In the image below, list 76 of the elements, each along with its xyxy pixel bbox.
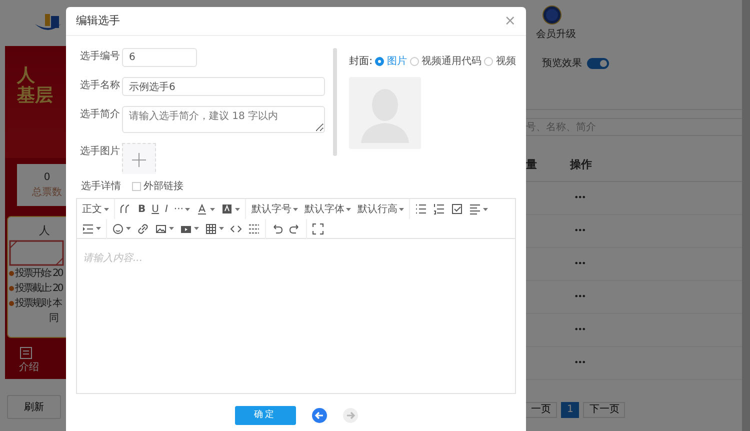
toolbar-dropdown[interactable]: 默认字号: [248, 200, 302, 218]
cover-radio[interactable]: 视频: [484, 54, 516, 69]
intro-field[interactable]: 请输入选手简介，建议 18 字以内: [122, 106, 326, 133]
bullet-icon: [9, 300, 14, 306]
align-icon: [469, 203, 482, 215]
field-label: 选手图片: [80, 144, 118, 159]
banner-title: 基层: [17, 86, 54, 106]
checklist-icon: [451, 203, 464, 215]
external-link-checkbox[interactable]: 外部链接: [132, 179, 184, 194]
scrollbar[interactable]: [742, 0, 750, 431]
plus-icon: [132, 153, 146, 167]
refresh-button[interactable]: 刷新: [7, 395, 61, 419]
more-actions[interactable]: •••: [574, 324, 586, 336]
field-label: 选手简介: [80, 108, 118, 122]
bold-button[interactable]: B: [135, 200, 149, 218]
more-actions[interactable]: •••: [574, 291, 586, 303]
field-label: 选手详情: [81, 180, 121, 194]
stat-label: 总票数: [32, 186, 62, 200]
cover-radio[interactable]: 图片: [375, 54, 407, 69]
horizontal-rule-icon: [248, 222, 260, 234]
info-text: 投票截止: 20: [15, 282, 62, 296]
bullet-icon: [9, 270, 14, 276]
bullet-icon: [9, 286, 14, 290]
info-text: 投票规则: 本: [15, 296, 62, 310]
more-actions[interactable]: •••: [574, 258, 586, 270]
info-text: 投票开始: 20: [15, 266, 62, 280]
column-header: 操作: [570, 157, 593, 174]
name-field[interactable]: 示例选手6: [122, 77, 326, 96]
link-icon: [137, 222, 149, 234]
undo-icon: [271, 222, 283, 234]
toolbar-dropdown[interactable]: 正文: [79, 200, 112, 218]
image-icon: [155, 222, 167, 234]
info-text: 同: [49, 312, 58, 326]
more-actions[interactable]: •••: [574, 225, 586, 237]
bullet-list-icon: [415, 203, 428, 215]
dialog-title: 编辑选手: [76, 12, 120, 29]
toggle-label: 预览效果: [542, 57, 582, 71]
nav-label[interactable]: 介绍: [19, 360, 66, 374]
fullscreen-icon: [312, 222, 324, 234]
back-button[interactable]: [312, 408, 326, 423]
highlight-icon: [221, 203, 234, 215]
table-icon: [205, 222, 217, 234]
underline-button[interactable]: U: [148, 200, 162, 218]
scrollbar[interactable]: [333, 48, 338, 156]
cover-radio[interactable]: 视频通用代码: [410, 54, 482, 69]
field-label: 选手名称: [80, 78, 118, 93]
field-label: 选手编号: [80, 50, 118, 64]
code-icon: [230, 222, 242, 234]
vip-badge-icon[interactable]: [542, 5, 562, 25]
prev-page-button[interactable]: 一页: [526, 402, 557, 418]
emoji-icon: [112, 222, 124, 234]
stat-value: 0: [44, 171, 50, 185]
document-icon[interactable]: [19, 346, 33, 360]
toggle-switch[interactable]: [587, 58, 609, 69]
toolbar-dropdown[interactable]: 默认字体: [301, 200, 354, 218]
next-page-button[interactable]: 下一页: [583, 402, 626, 418]
font-color-icon: [196, 203, 208, 215]
toolbar-dropdown[interactable]: 默认行高: [354, 200, 408, 218]
number-field[interactable]: 6: [122, 48, 197, 67]
more-actions[interactable]: •••: [574, 192, 586, 204]
quote-icon: [120, 203, 132, 215]
redo-icon: [289, 222, 301, 234]
indent-icon: [82, 222, 94, 234]
cover-label: 封面:: [349, 54, 372, 69]
page-button[interactable]: 1: [561, 402, 580, 418]
vip-label[interactable]: 会员升级: [536, 27, 576, 42]
banner-title: 人: [17, 66, 35, 86]
toolbar-dropdown[interactable]: ···: [170, 200, 194, 218]
upload-button[interactable]: [122, 143, 156, 174]
close-button[interactable]: ×: [504, 14, 516, 28]
numbered-list-icon: [433, 203, 446, 215]
card-title: 人: [38, 223, 51, 239]
more-actions[interactable]: •••: [574, 357, 586, 369]
column-header: 量: [526, 157, 538, 174]
italic-button[interactable]: I: [162, 200, 171, 218]
confirm-button[interactable]: 确定: [234, 406, 296, 425]
